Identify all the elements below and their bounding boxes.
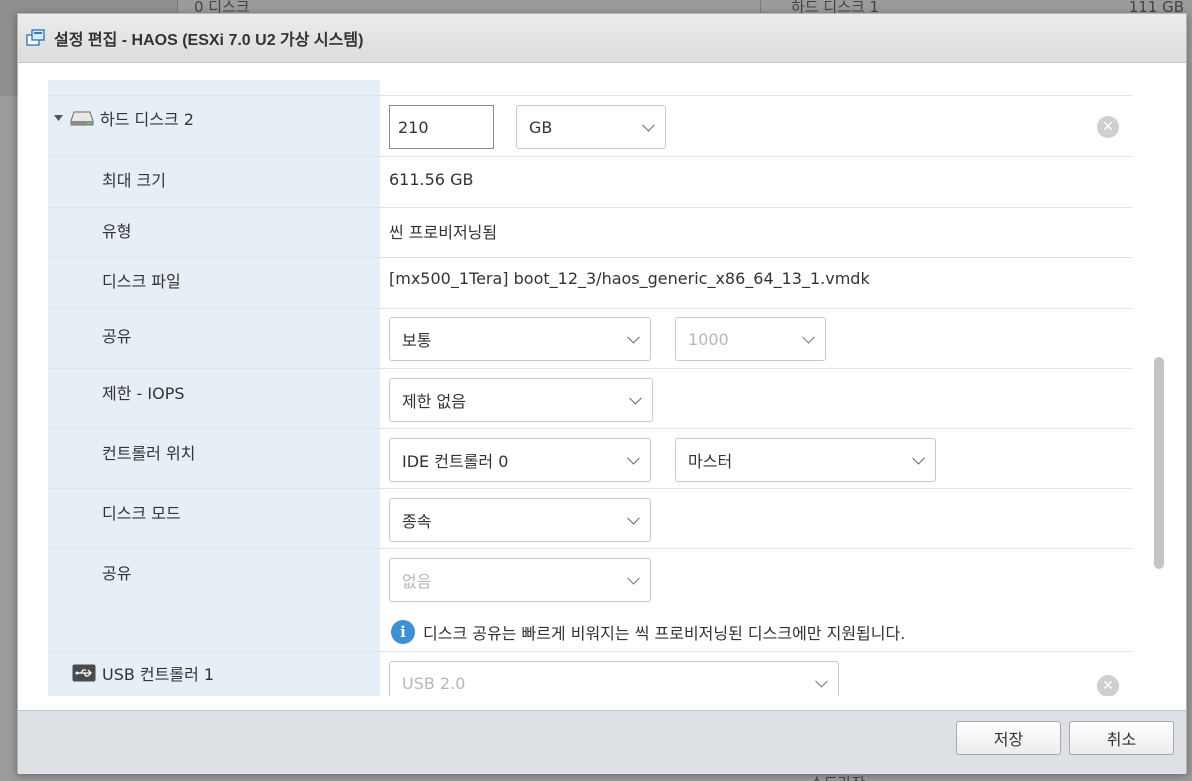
disk-mode-label: 디스크 모드 xyxy=(102,504,181,523)
controller-position-value: 마스터 xyxy=(688,452,733,471)
shares-row: 공유 보통 1000 xyxy=(48,309,1132,369)
controller-select[interactable]: IDE 컨트롤러 0 xyxy=(389,438,651,482)
chevron-down-icon xyxy=(627,571,640,585)
chevron-down-icon xyxy=(627,330,640,344)
controller-position-select[interactable]: 마스터 xyxy=(675,438,936,482)
shares-select-value: 보통 xyxy=(402,331,432,350)
max-size-label: 최대 크기 xyxy=(102,171,166,190)
chevron-down-icon xyxy=(912,451,925,465)
limit-iops-row: 제한 - IOPS 제한 없음 xyxy=(48,369,1132,429)
disk-size-unit-select[interactable]: GB xyxy=(516,105,666,149)
vm-settings-icon xyxy=(26,28,46,48)
settings-content: 하드 디스크 2 210 GB ✕ 최대 크기 611.56 GB 유형 씬 프… xyxy=(48,80,1132,696)
chevron-down-icon xyxy=(802,330,815,344)
sharing-info: i 디스크 공유는 빠르게 비워지는 씩 프로비저닝된 디스크에만 지원됩니다. xyxy=(391,620,905,644)
type-row: 유형 씬 프로비저닝됨 xyxy=(48,208,1132,258)
chevron-down-icon xyxy=(629,391,642,405)
edit-settings-dialog: 설정 편집 - HAOS (ESXi 7.0 U2 가상 시스템) 하드 디스크… xyxy=(17,13,1187,774)
background-middle-row: 0 디스크 xyxy=(194,0,250,14)
max-size-value: 611.56 GB xyxy=(389,170,474,189)
save-button[interactable]: 저장 xyxy=(956,721,1061,755)
sharing-select[interactable]: 없음 xyxy=(389,558,651,602)
cancel-button[interactable]: 취소 xyxy=(1069,721,1174,755)
disk-mode-select[interactable]: 종속 xyxy=(389,498,651,542)
disk-size-unit-value: GB xyxy=(529,117,553,137)
dialog-titlebar: 설정 편집 - HAOS (ESXi 7.0 U2 가상 시스템) xyxy=(18,14,1186,63)
remove-usb-button[interactable]: ✕ xyxy=(1097,675,1119,696)
sharing-select-value: 없음 xyxy=(402,572,432,591)
disk-file-label: 디스크 파일 xyxy=(102,272,181,291)
disk-size-input[interactable]: 210 xyxy=(389,105,494,149)
limit-iops-label: 제한 - IOPS xyxy=(102,384,185,403)
limit-iops-select[interactable]: 제한 없음 xyxy=(389,378,653,422)
chevron-down-icon xyxy=(815,674,828,688)
sharing-label: 공유 xyxy=(102,564,132,583)
info-icon: i xyxy=(391,620,415,644)
usb-controller-header[interactable]: USB 컨트롤러 1 xyxy=(72,661,214,685)
shares-value-select[interactable]: 1000 xyxy=(675,317,826,361)
usb-controller-label: USB 컨트롤러 1 xyxy=(102,665,215,684)
controller-location-row: 컨트롤러 위치 IDE 컨트롤러 0 마스터 xyxy=(48,429,1132,489)
expand-triangle-icon[interactable] xyxy=(54,114,64,122)
dialog-footer: 저장 취소 xyxy=(18,710,1186,774)
disk-mode-row: 디스크 모드 종속 xyxy=(48,489,1132,549)
disk-file-row: 디스크 파일 [mx500_1Tera] boot_12_3/haos_gene… xyxy=(48,258,1132,309)
dialog-title: 설정 편집 - HAOS (ESXi 7.0 U2 가상 시스템) xyxy=(54,32,364,49)
chevron-down-icon xyxy=(642,118,655,132)
background-right-label: 하드 디스크 1 xyxy=(791,0,880,14)
type-value: 씬 프로비저닝됨 xyxy=(389,223,498,242)
chevron-down-icon xyxy=(627,451,640,465)
vertical-scrollbar[interactable] xyxy=(1154,357,1164,569)
hard-disk-icon xyxy=(70,111,94,126)
controller-select-value: IDE 컨트롤러 0 xyxy=(402,452,509,471)
shares-label: 공유 xyxy=(102,327,132,346)
shares-value-select-value: 1000 xyxy=(688,329,729,349)
limit-iops-select-value: 제한 없음 xyxy=(402,392,466,411)
usb-version-value: USB 2.0 xyxy=(402,673,466,693)
usb-version-select[interactable]: USB 2.0 xyxy=(389,661,839,696)
background-right-size: 111 GB xyxy=(1128,0,1184,14)
previous-row xyxy=(48,80,1132,96)
background-right-row: 하드 디스크 1 111 GB xyxy=(760,0,1192,14)
disk-mode-select-value: 종속 xyxy=(402,512,432,531)
remove-disk-button[interactable]: ✕ xyxy=(1097,116,1119,138)
sharing-info-text: 디스크 공유는 빠르게 비워지는 씩 프로비저닝된 디스크에만 지원됩니다. xyxy=(423,624,906,643)
controller-location-label: 컨트롤러 위치 xyxy=(102,444,196,463)
type-label: 유형 xyxy=(102,222,132,241)
usb-icon xyxy=(72,664,96,682)
hard-disk-2-row: 하드 디스크 2 210 GB ✕ xyxy=(48,96,1132,157)
hard-disk-2-label: 하드 디스크 2 xyxy=(100,110,194,129)
shares-select[interactable]: 보통 xyxy=(389,317,651,361)
hard-disk-2-header[interactable]: 하드 디스크 2 xyxy=(54,106,194,130)
chevron-down-icon xyxy=(627,511,640,525)
disk-file-value: [mx500_1Tera] boot_12_3/haos_generic_x86… xyxy=(389,269,870,288)
usb-controller-row: USB 컨트롤러 1 USB 2.0 ✕ xyxy=(48,652,1132,696)
max-size-row: 최대 크기 611.56 GB xyxy=(48,157,1132,208)
